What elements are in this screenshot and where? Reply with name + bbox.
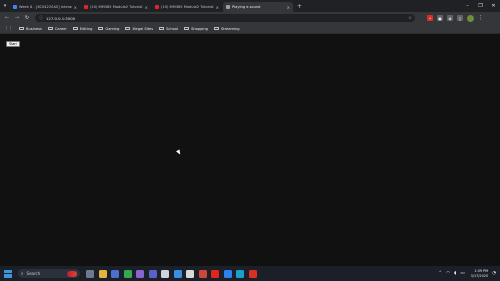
widgets-icon[interactable] bbox=[86, 269, 94, 278]
mouse-cursor-icon bbox=[176, 149, 182, 156]
tab-search-icon[interactable]: ▾ bbox=[0, 0, 10, 12]
window-controls: – ❐ ✕ bbox=[461, 0, 500, 12]
tab-close-icon[interactable]: × bbox=[287, 5, 290, 10]
bookmark-label: Career bbox=[54, 26, 67, 31]
puzzle-extension-icon[interactable]: ◈ bbox=[447, 15, 453, 21]
back-button[interactable]: ← bbox=[3, 14, 11, 22]
search-label: Search bbox=[26, 271, 41, 276]
teams-icon[interactable] bbox=[148, 269, 157, 278]
bookmark-label: Gaming bbox=[105, 26, 120, 31]
tab-0[interactable]: Week 6 - [XCS422SAS] Interacti × bbox=[10, 2, 80, 12]
page-content: Start bbox=[0, 35, 500, 266]
wifi-icon[interactable]: ◠ bbox=[446, 271, 450, 276]
bookmark-label: Editing bbox=[79, 26, 93, 31]
apps-grid-icon[interactable]: ⋮⋮ bbox=[4, 26, 13, 31]
tab-label: (10) MM365 Module2 Tutorial1 bbox=[90, 5, 143, 9]
bookmark-star-icon[interactable]: ☆ bbox=[408, 16, 412, 21]
folder-icon bbox=[159, 26, 165, 31]
tab-1[interactable]: (10) MM365 Module2 Tutorial1 × bbox=[81, 2, 151, 12]
menu-kebab-icon[interactable]: ⋮ bbox=[478, 15, 483, 21]
copilot-icon[interactable] bbox=[136, 269, 144, 278]
bookmark-label: Illegal Sites bbox=[132, 26, 154, 31]
clock[interactable]: 1:09 PM 3/17/2025 bbox=[471, 269, 488, 277]
site-info-icon[interactable]: ⓘ bbox=[39, 15, 43, 21]
tab-close-icon[interactable]: × bbox=[74, 5, 77, 10]
folder-icon bbox=[72, 26, 78, 31]
taskbar: ⌕ Search ⌃ ◠ ◖ ▭ 1:09 PM 3/17/2025 ◔ bbox=[0, 266, 500, 281]
bookmarks-bar: ⋮⋮ Business Career Editing Gaming Illegal Si… bbox=[0, 24, 500, 34]
bookmark-folder[interactable]: Editing bbox=[72, 26, 93, 31]
chat-icon[interactable] bbox=[173, 269, 182, 278]
bookmark-folder[interactable]: School bbox=[159, 27, 178, 31]
tab-close-icon[interactable]: × bbox=[216, 5, 219, 10]
screen: ▾ Week 6 - [XCS422SAS] Interacti × (10) MM… bbox=[0, 0, 500, 281]
folder-icon bbox=[125, 26, 131, 31]
search-highlight-icon bbox=[67, 270, 77, 277]
folder-icon bbox=[213, 26, 219, 31]
battery-icon[interactable]: ▭ bbox=[460, 271, 464, 276]
tab-favicon-icon bbox=[84, 5, 88, 9]
taskbar-apps bbox=[86, 269, 261, 278]
extensions-area: • ● ◈ ▯ bbox=[423, 15, 463, 21]
folder-icon bbox=[98, 26, 104, 31]
file-explorer-icon[interactable] bbox=[98, 269, 107, 278]
minimize-button[interactable]: – bbox=[461, 0, 474, 12]
tab-2[interactable]: (10) MM365 Module2 Tutorial2 × bbox=[152, 2, 222, 12]
clock-date: 3/17/2025 bbox=[470, 273, 489, 278]
system-tray: ⌃ ◠ ◖ ▭ 1:09 PM 3/17/2025 ◔ bbox=[434, 266, 496, 281]
bookmark-folder[interactable]: Business bbox=[19, 27, 42, 31]
tab-favicon-icon bbox=[155, 5, 159, 9]
close-window-button[interactable]: ✕ bbox=[487, 0, 500, 12]
vscode-icon[interactable] bbox=[223, 269, 232, 278]
address-bar[interactable]: ⓘ 127.0.0.1:5500 ☆ bbox=[35, 14, 415, 22]
acrobat-icon[interactable] bbox=[211, 269, 219, 278]
tab-3[interactable]: Playing a sound × bbox=[223, 2, 293, 12]
bookmark-folder[interactable]: Illegal Sites bbox=[125, 27, 153, 31]
tab-label: Week 6 - [XCS422SAS] Interacti bbox=[19, 5, 72, 9]
folder-icon bbox=[47, 26, 53, 31]
folder-icon bbox=[184, 26, 190, 31]
pen-icon[interactable] bbox=[161, 269, 169, 278]
browser-icon[interactable] bbox=[236, 269, 244, 278]
tab-strip: ▾ Week 6 - [XCS422SAS] Interacti × (10) MM… bbox=[0, 0, 500, 12]
tab-label: (10) MM365 Module2 Tutorial2 bbox=[161, 5, 214, 9]
tab-close-icon[interactable]: × bbox=[145, 5, 148, 10]
sidepanel-icon[interactable]: ▯ bbox=[457, 15, 463, 21]
bookmark-folder[interactable]: Gaming bbox=[98, 27, 119, 31]
tab-list: Week 6 - [XCS422SAS] Interacti × (10) MM36… bbox=[10, 0, 294, 12]
url-text[interactable]: 127.0.0.1:5500 bbox=[46, 16, 75, 21]
start-button[interactable]: Start bbox=[6, 41, 20, 47]
reload-button[interactable]: ↻ bbox=[23, 14, 31, 22]
bookmark-label: School bbox=[166, 26, 179, 31]
new-tab-button[interactable]: + bbox=[294, 0, 305, 12]
bookmark-label: Streaming bbox=[220, 26, 240, 31]
profile-avatar[interactable] bbox=[467, 14, 474, 22]
volume-icon[interactable]: ◖ bbox=[454, 271, 456, 276]
tab-favicon-icon bbox=[226, 5, 230, 9]
tab-favicon-icon bbox=[13, 5, 17, 9]
taskbar-search[interactable]: ⌕ Search bbox=[18, 269, 80, 278]
tray-chevron-icon[interactable]: ⌃ bbox=[438, 271, 442, 276]
windows-start-icon[interactable] bbox=[4, 269, 12, 278]
photos-icon[interactable] bbox=[186, 269, 194, 278]
bookmark-label: Business bbox=[26, 26, 42, 31]
bookmark-label: Shopping bbox=[191, 26, 208, 31]
recorder-icon[interactable] bbox=[248, 269, 257, 278]
bookmark-folder[interactable]: Streaming bbox=[213, 26, 240, 31]
red-extension-icon[interactable]: • bbox=[427, 15, 433, 21]
notification-bell-icon[interactable]: ◔ bbox=[492, 271, 496, 276]
bookmark-folder[interactable]: Shopping bbox=[184, 27, 208, 31]
media-icon[interactable] bbox=[111, 269, 119, 278]
search-icon: ⌕ bbox=[21, 271, 24, 277]
restore-button[interactable]: ❐ bbox=[474, 0, 487, 12]
bookmark-folders: Business Career Editing Gaming Illegal Sites… bbox=[19, 27, 246, 31]
chrome-icon[interactable] bbox=[123, 269, 132, 278]
files-icon[interactable] bbox=[198, 269, 207, 278]
forward-button[interactable]: → bbox=[13, 14, 21, 22]
folder-icon bbox=[19, 26, 24, 31]
bookmark-folder[interactable]: Career bbox=[47, 26, 67, 31]
chat-extension-icon[interactable]: ● bbox=[437, 15, 443, 21]
browser-toolbar: ← → ↻ ⓘ 127.0.0.1:5500 ☆ • ● ◈ ▯ ⋮ bbox=[0, 12, 500, 24]
tab-label: Playing a sound bbox=[232, 5, 261, 9]
